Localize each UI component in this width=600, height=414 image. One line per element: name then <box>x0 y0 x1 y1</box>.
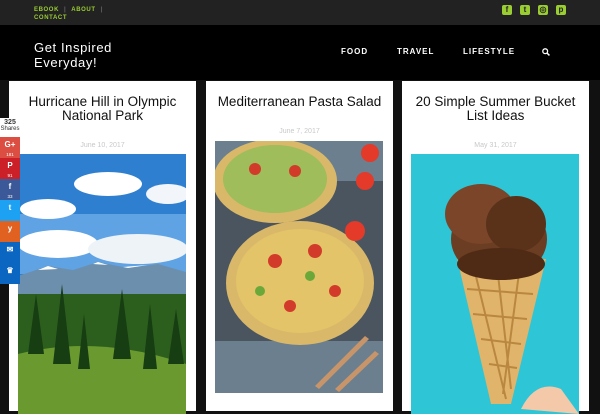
post-date: June 10, 2017 <box>80 142 125 149</box>
email-icon: ✉ <box>6 245 14 254</box>
pinterest-icon[interactable]: p <box>556 5 566 15</box>
post-image-ice-cream[interactable] <box>411 154 579 414</box>
yummly-icon: y <box>7 224 13 233</box>
post-title[interactable]: 20 Simple Summer Bucket List Ideas <box>412 95 579 123</box>
site-logo[interactable]: Get Inspired Everyday! <box>34 40 154 70</box>
nav-lifestyle[interactable]: LIFESTYLE <box>463 47 515 56</box>
search-icon[interactable] <box>542 48 550 56</box>
post-card[interactable]: Mediterranean Pasta Salad June 7, 2017 <box>206 81 393 411</box>
about-link[interactable]: ABOUT <box>71 7 95 13</box>
facebook-icon[interactable]: f <box>502 5 512 15</box>
twitter-icon[interactable]: t <box>520 5 530 15</box>
google-plus-share-button[interactable]: G+ 181 <box>0 137 20 158</box>
post-image-pasta[interactable] <box>215 141 383 393</box>
pinterest-icon: P <box>7 161 13 170</box>
post-title[interactable]: Hurricane Hill in Olympic National Park <box>19 95 186 123</box>
site-header: Get Inspired Everyday! FOOD TRAVEL LIFES… <box>0 25 600 80</box>
share-count-pinterest: 91 <box>7 173 13 178</box>
post-date: June 7, 2017 <box>279 128 320 135</box>
facebook-icon: f <box>8 182 12 191</box>
email-share-button[interactable]: ✉ <box>0 242 20 263</box>
logo-line-1: Get Inspired <box>34 40 113 55</box>
share-count-facebook: 33 <box>7 194 13 199</box>
nav-travel[interactable]: TRAVEL <box>397 47 434 56</box>
share-count: 325 Shares <box>0 118 20 137</box>
facebook-share-button[interactable]: f 33 <box>0 179 20 200</box>
instagram-icon[interactable]: ◎ <box>538 5 548 15</box>
twitter-share-button[interactable]: t <box>0 200 20 221</box>
post-card[interactable]: Hurricane Hill in Olympic National Park … <box>9 81 196 414</box>
post-title[interactable]: Mediterranean Pasta Salad <box>216 95 383 109</box>
post-date: May 31, 2017 <box>474 142 517 149</box>
top-links: EBOOK | ABOUT | CONTACT <box>34 7 103 21</box>
share-total: 325 <box>4 119 16 126</box>
nav-food[interactable]: FOOD <box>341 47 368 56</box>
share-bar: 325 Shares G+ 181 P 91 f 33 t y ✉ ♛ <box>0 118 20 284</box>
social-icons: f t ◎ p <box>502 5 566 15</box>
ebook-link[interactable]: EBOOK <box>34 7 59 13</box>
yummly-share-button[interactable]: y <box>0 221 20 242</box>
google-plus-icon: G+ <box>4 140 16 149</box>
post-card[interactable]: 20 Simple Summer Bucket List Ideas May 3… <box>402 81 589 414</box>
crown-share-button[interactable]: ♛ <box>0 263 20 284</box>
contact-link[interactable]: CONTACT <box>34 15 67 21</box>
post-image-mountain[interactable] <box>18 154 186 414</box>
twitter-icon: t <box>8 203 12 212</box>
pinterest-share-button[interactable]: P 91 <box>0 158 20 179</box>
crown-icon: ♛ <box>6 266 14 275</box>
share-count-googleplus: 181 <box>6 152 14 157</box>
share-total-label: Shares <box>0 126 20 132</box>
top-bar: EBOOK | ABOUT | CONTACT f t ◎ p <box>0 0 600 25</box>
logo-line-2: Everyday! <box>34 55 98 70</box>
